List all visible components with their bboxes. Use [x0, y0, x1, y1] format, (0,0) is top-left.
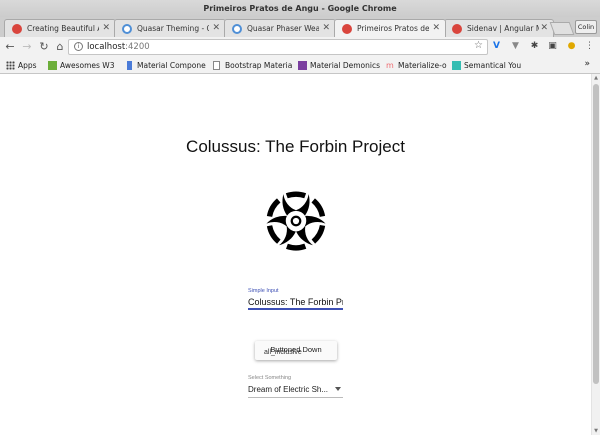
scroll-up-icon[interactable]: ▲	[593, 75, 599, 81]
address-host: localhost	[87, 42, 126, 52]
bookmark-material-compone[interactable]: Material Compone	[125, 60, 206, 71]
page-scrollbar[interactable]: ▲ ▼	[591, 74, 600, 435]
close-icon[interactable]: ✕	[432, 20, 440, 37]
tab-label: Primeiros Pratos de A	[357, 24, 429, 33]
close-icon[interactable]: ✕	[102, 20, 110, 37]
tab-creating-beautiful[interactable]: Creating Beautiful A ✕	[4, 19, 116, 37]
page-title: Colussus: The Forbin Project	[186, 137, 405, 156]
menu-dots-icon[interactable]: ⋮	[584, 41, 595, 52]
select-something-field: Select Something Dream of Electric Sh...	[248, 375, 343, 398]
bookmark-material-demonics[interactable]: Material Demonics	[298, 60, 380, 71]
tab-quasar-phaser[interactable]: Quasar Phaser Weap ✕	[224, 19, 336, 37]
gear-extension-icon[interactable]: ✱	[529, 41, 540, 52]
tab-strip: Creating Beautiful A ✕ Quasar Theming - …	[0, 17, 600, 37]
page-content: Colussus: The Forbin Project Simple Inpu…	[0, 74, 591, 435]
material-icon	[127, 61, 132, 70]
tab-quasar-theming[interactable]: Quasar Theming - Q ✕	[114, 19, 226, 37]
vimium-extension-icon[interactable]: V	[491, 41, 502, 52]
tab-label: Creating Beautiful A	[27, 24, 99, 33]
angular-icon	[342, 24, 352, 34]
window-title-bar: Primeiros Pratos de Angu - Google Chrome	[0, 0, 600, 17]
address-port: :4200	[125, 42, 150, 52]
demonics-icon	[298, 61, 307, 70]
bookmark-label: Awesomes W3	[60, 61, 115, 70]
tab-label: Quasar Theming - Q	[137, 24, 209, 33]
back-arrow-icon[interactable]: ←	[3, 39, 17, 55]
new-tab-button[interactable]	[549, 22, 575, 35]
materialize-icon: m	[386, 61, 394, 70]
select-something-dropdown[interactable]: Dream of Electric Sh...	[248, 384, 343, 398]
quasar-icon	[232, 24, 242, 34]
quasar-icon	[122, 24, 132, 34]
simple-input-label: Simple Input	[248, 288, 279, 294]
browser-toolbar: ← → ↻ ⌂ i localhost:4200 ☆ V ▼ ✱ ▣ ● ⋮	[0, 37, 600, 57]
button-icon-text: all_inclusive	[264, 349, 302, 356]
more-bookmarks-icon[interactable]: »	[584, 59, 590, 69]
screenshot-extension-icon[interactable]: ▣	[547, 41, 558, 52]
red-circle-icon	[12, 24, 22, 34]
simple-input[interactable]: Colussus: The Forbin Pro	[248, 296, 343, 310]
info-icon[interactable]: i	[74, 42, 83, 51]
bookmark-label: Materialize-o	[398, 61, 447, 70]
bookmark-star-icon[interactable]: ☆	[474, 41, 483, 51]
window-title: Primeiros Pratos de Angu - Google Chrome	[203, 4, 397, 13]
tab-label: Quasar Phaser Weap	[247, 24, 319, 33]
angular-icon	[452, 24, 462, 34]
simple-input-field: Simple Input Colussus: The Forbin Pro	[248, 288, 343, 310]
tab-primeiros-pratos[interactable]: Primeiros Pratos de A ✕	[334, 19, 446, 37]
w3-icon	[48, 61, 57, 70]
scroll-down-icon[interactable]: ▼	[593, 428, 599, 434]
home-icon[interactable]: ⌂	[53, 39, 67, 55]
bookmark-semantical[interactable]: Semantical You	[452, 60, 521, 71]
close-icon[interactable]: ✕	[322, 20, 330, 37]
apps-grid-icon	[6, 61, 15, 70]
select-label: Select Something	[248, 375, 292, 381]
select-value: Dream of Electric Sh...	[248, 385, 329, 394]
close-icon[interactable]: ✕	[540, 20, 548, 37]
bookmark-label: Material Compone	[137, 61, 206, 70]
biohazard-icon	[265, 191, 327, 251]
buttoned-down-button[interactable]: Buttoned Down all_inclusive	[255, 341, 337, 360]
bookmark-apps[interactable]: Apps	[6, 60, 37, 71]
bookmark-bootstrap-materia[interactable]: Bootstrap Materia	[213, 60, 292, 71]
bookmarks-bar: Apps Awesomes W3 Material Compone Bootst…	[0, 57, 600, 74]
tab-label: Sidenav | Angular M	[467, 24, 539, 33]
forward-arrow-icon[interactable]: →	[20, 39, 34, 55]
dropdown-arrow-icon	[335, 387, 341, 391]
bookmark-awesomes[interactable]: Awesomes W3	[48, 60, 114, 71]
address-bar[interactable]: i localhost:4200	[68, 39, 488, 55]
semantic-icon	[452, 61, 461, 70]
bookmark-label: Bootstrap Materia	[225, 61, 293, 70]
bookmark-label: Semantical You	[464, 61, 522, 70]
page-icon	[213, 61, 220, 70]
reload-icon[interactable]: ↻	[37, 39, 51, 55]
bookmark-label: Material Demonics	[310, 61, 381, 70]
scrollbar-thumb[interactable]	[593, 84, 599, 384]
close-icon[interactable]: ✕	[212, 20, 220, 37]
profile-button[interactable]: Colin	[575, 20, 597, 34]
filter-extension-icon[interactable]: ▼	[510, 41, 521, 52]
bookmark-label: Apps	[18, 61, 37, 70]
emoji-extension-icon[interactable]: ●	[566, 41, 577, 52]
tab-sidenav-angular[interactable]: Sidenav | Angular M ✕	[444, 19, 554, 37]
bookmark-materialize[interactable]: m Materialize-o	[386, 60, 447, 71]
